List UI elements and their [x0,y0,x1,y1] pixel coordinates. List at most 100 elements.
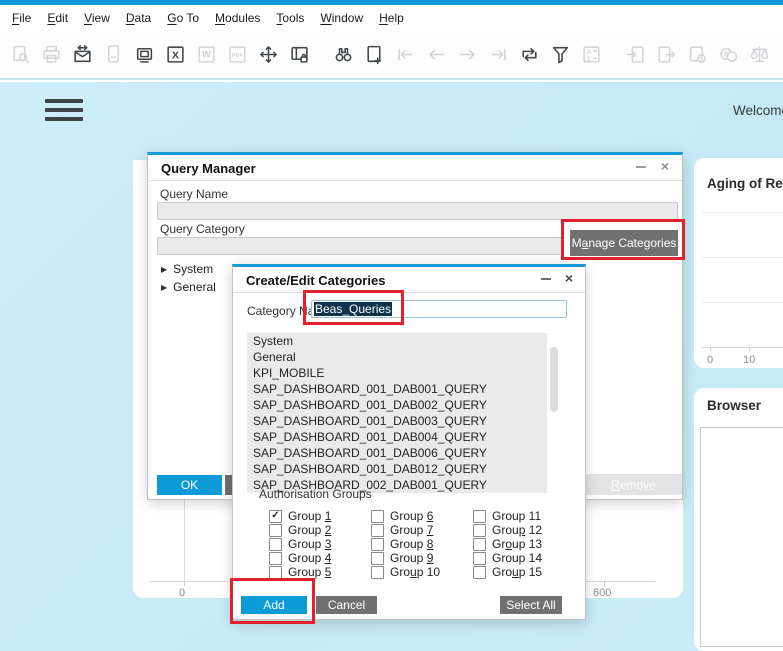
manage-categories-button[interactable]: Manage Categories [570,230,678,256]
category-name-input[interactable]: Beas_Queries [311,300,567,318]
checkbox-icon[interactable] [371,538,384,551]
ok-button[interactable]: OK [157,475,222,495]
menu-item-go-to[interactable]: Go To [167,11,199,25]
lock-layout-icon[interactable] [287,42,312,67]
filter-table-icon[interactable] [548,42,573,67]
gridline [702,257,783,258]
base-document-icon: $ [778,42,783,67]
export-word-icon: W [194,42,219,67]
checkbox-group-5[interactable]: Group 5 [269,565,371,579]
export-excel-icon[interactable]: X [163,42,188,67]
chart-x-axis [702,347,783,348]
authorisation-groups-grid: ✓Group 1Group 2Group 3Group 4Group 5Grou… [269,509,542,579]
svg-text:X: X [172,49,179,61]
checkbox-icon[interactable] [269,524,282,537]
menu-item-help[interactable]: Help [379,11,404,25]
checkbox-group-6[interactable]: Group 6 [371,509,473,523]
checkbox-label: Group 10 [390,565,440,579]
aging-of-receivables-panel: Aging of Receivables 0 10 [694,158,783,368]
svg-text:S: S [724,49,729,58]
add-record-icon[interactable] [362,42,387,67]
price-report-icon: S [716,42,741,67]
email-icon[interactable] [70,42,95,67]
checkbox-group-13[interactable]: Group 13 [473,537,542,551]
tree-item-general[interactable]: ▶General [161,280,216,294]
checkbox-label: Group 7 [390,523,433,537]
cancel-button[interactable]: Cancel [316,596,377,614]
move-icon[interactable] [256,42,281,67]
checkbox-icon[interactable] [269,538,282,551]
print-layout-icon[interactable] [132,42,157,67]
category-list[interactable]: SystemGeneralKPI_MOBILESAP_DASHBOARD_001… [247,333,547,493]
checkbox-icon[interactable] [473,538,486,551]
refresh-record-icon[interactable] [517,42,542,67]
hamburger-menu-icon[interactable] [45,99,83,123]
checkbox-group-2[interactable]: Group 2 [269,523,371,537]
category-list-item[interactable]: SAP_DASHBOARD_001_DAB003_QUERY [247,413,547,429]
x-tick-label: 0 [707,354,713,366]
browser-panel: Browser [694,388,783,651]
minimize-icon[interactable] [541,278,551,280]
menu-item-file[interactable]: File [12,11,31,25]
create-edit-categories-dialog: Create/Edit Categories × Category Name B… [232,264,586,620]
query-category-input[interactable] [157,237,562,255]
checkbox-group-15[interactable]: Group 15 [473,565,542,579]
minimize-icon[interactable] [636,166,646,168]
checkbox-group-7[interactable]: Group 7 [371,523,473,537]
checkbox-group-3[interactable]: Group 3 [269,537,371,551]
export-pdf-icon: PDF [225,42,250,67]
close-icon[interactable]: × [565,270,573,286]
next-record-icon [455,42,480,67]
checkbox-group-8[interactable]: Group 8 [371,537,473,551]
find-icon[interactable] [331,42,356,67]
query-name-input[interactable] [157,202,678,220]
category-list-item[interactable]: SAP_DASHBOARD_001_DAB004_QUERY [247,429,547,445]
checkbox-icon[interactable] [473,510,486,523]
checkbox-icon[interactable] [473,552,486,565]
category-list-item[interactable]: SAP_DASHBOARD_001_DAB002_QUERY [247,397,547,413]
menu-item-tools[interactable]: Tools [276,11,304,25]
checkbox-group-12[interactable]: Group 12 [473,523,542,537]
panel-title: Browser [707,398,783,413]
remove-button[interactable]: Remove [585,474,682,495]
category-list-item[interactable]: SAP_DASHBOARD_001_DAB006_QUERY [247,445,547,461]
checkbox-label: Group 11 [492,509,541,523]
checkbox-group-10[interactable]: Group 10 [371,565,473,579]
category-list-item[interactable]: General [247,349,547,365]
category-list-item[interactable]: KPI_MOBILE [247,365,547,381]
gridline [702,302,783,303]
selected-text: Beas_Queries [314,302,392,316]
menu-item-view[interactable]: View [84,11,110,25]
checkbox-icon[interactable] [269,566,282,579]
category-list-item[interactable]: SAP_DASHBOARD_001_DAB001_QUERY [247,381,547,397]
add-button[interactable]: Add [241,596,307,614]
category-list-item[interactable]: SAP_DASHBOARD_001_DAB012_QUERY [247,461,547,477]
print-icon [39,42,64,67]
checkbox-group-9[interactable]: Group 9 [371,551,473,565]
checkbox-icon[interactable] [473,566,486,579]
checkbox-icon[interactable] [473,524,486,537]
tree-item-system[interactable]: ▶System [161,262,213,276]
checkbox-icon[interactable] [371,552,384,565]
checkbox-icon[interactable] [371,510,384,523]
toolbar: XWPDFAZ$S$$ [0,31,783,80]
select-all-button[interactable]: Select All [500,596,562,614]
welcome-text: Welcome [733,103,783,118]
menu-item-modules[interactable]: Modules [215,11,260,25]
menu-item-window[interactable]: Window [320,11,363,25]
checkbox-group-11[interactable]: Group 11 [473,509,542,523]
close-icon[interactable]: × [661,158,669,174]
checkbox-group-14[interactable]: Group 14 [473,551,542,565]
first-record-icon [393,42,418,67]
checkbox-group-1[interactable]: ✓Group 1 [269,509,371,523]
menu-item-data[interactable]: Data [126,11,151,25]
checkbox-group-4[interactable]: Group 4 [269,551,371,565]
menu-item-edit[interactable]: Edit [47,11,68,25]
category-list-item[interactable]: System [247,333,547,349]
checkbox-icon[interactable] [269,552,282,565]
scrollbar-thumb[interactable] [550,347,558,412]
checkbox-icon[interactable] [371,524,384,537]
browser-content-box [700,427,783,647]
checkbox-checked-icon[interactable]: ✓ [269,510,282,523]
checkbox-icon[interactable] [371,566,384,579]
